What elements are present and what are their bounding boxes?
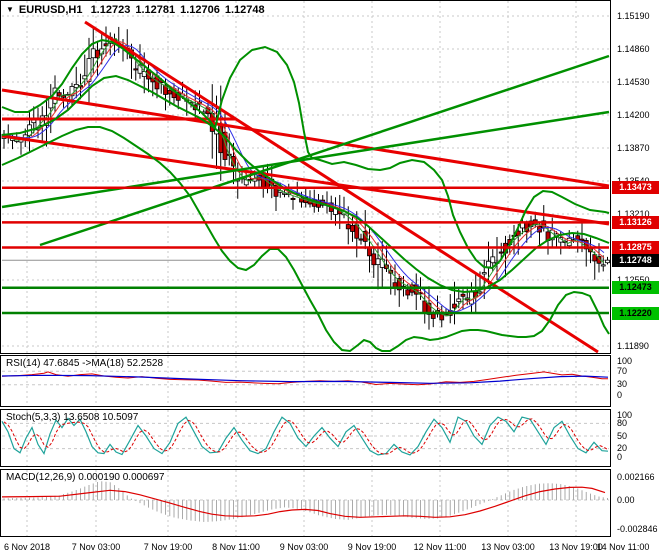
stochastic-panel[interactable]: Stoch(5,3,3) 13.6508 10.5097 — [0, 409, 611, 467]
price-tick-label: 1.11890 — [617, 340, 649, 351]
stoch-tick-label: 50 — [617, 430, 628, 441]
ohlc-close: 1.12748 — [224, 4, 265, 16]
time-axis-label: 7 Nov 03:00 — [71, 542, 121, 552]
time-axis-label: 6 Nov 2018 — [3, 542, 51, 552]
macd-tick-label: -0.002846 — [617, 524, 658, 535]
price-level-label: 1.12473 — [612, 281, 659, 295]
price-axis[interactable]: 1.151901.148601.145301.142001.138701.135… — [611, 0, 660, 560]
price-tick-label: 1.15190 — [617, 10, 650, 21]
price-tick-label: 1.14200 — [617, 109, 650, 120]
rsi-tick-label: 0 — [617, 389, 623, 400]
main-chart-panel[interactable]: ▼ EURUSD,H1 1.12723 1.12781 1.12706 1.12748 — [0, 0, 611, 354]
symbol-period-label: EURUSD,H1 — [18, 4, 83, 16]
stoch-tick-label: 0 — [617, 451, 623, 462]
price-tick-label: 1.14530 — [617, 76, 650, 87]
macd-panel[interactable]: MACD(12,26,9) 0.000190 0.000697 — [0, 469, 611, 537]
macd-label: MACD(12,26,9) 0.000190 0.000697 — [6, 472, 165, 483]
time-axis-label: 13 Nov 03:00 — [481, 542, 535, 552]
ohlc-high: 1.12781 — [135, 4, 176, 16]
price-level-label: 1.13126 — [612, 215, 659, 229]
ohlc-open: 1.12723 — [90, 4, 131, 16]
rsi-label: RSI(14) 47.6845 ->MA(18) 52.2528 — [6, 358, 164, 369]
chart-window: ▼ EURUSD,H1 1.12723 1.12781 1.12706 1.12748 … — [0, 0, 660, 560]
price-tick-label: 1.13870 — [617, 142, 650, 153]
time-axis[interactable]: 6 Nov 2018 7 Nov 03:00 7 Nov 19:00 8 Nov 11… — [0, 538, 660, 560]
price-level-label: 1.12220 — [612, 306, 659, 320]
price-level-label: 1.12875 — [612, 241, 659, 254]
rsi-tick-label: 70 — [617, 365, 628, 376]
rsi-panel[interactable]: RSI(14) 47.6845 ->MA(18) 52.2528 — [0, 355, 611, 407]
stoch-tick-label: 80 — [617, 417, 628, 428]
current-price-label: 1.12748 — [612, 253, 659, 267]
price-level-label: 1.13473 — [612, 181, 659, 195]
macd-tick-label: 0.00 — [617, 494, 635, 505]
chart-title: ▼ EURUSD,H1 1.12723 1.12781 1.12706 1.12748 — [6, 4, 270, 16]
price-tick-label: 1.14860 — [617, 43, 650, 54]
time-axis-label: 9 Nov 03:00 — [279, 542, 329, 552]
time-axis-label: 7 Nov 19:00 — [143, 542, 193, 552]
time-axis-label: 9 Nov 19:00 — [347, 542, 397, 552]
time-axis-label: 12 Nov 11:00 — [413, 542, 467, 552]
macd-tick-label: 0.002166 — [617, 471, 655, 482]
chart-menu-icon[interactable]: ▼ — [6, 5, 14, 14]
time-axis-label: 8 Nov 11:00 — [212, 542, 260, 552]
time-axis-label: 14 Nov 11:00 — [596, 542, 650, 552]
main-chart-svg[interactable] — [1, 1, 610, 353]
stochastic-label: Stoch(5,3,3) 13.6508 10.5097 — [6, 412, 139, 423]
ohlc-low: 1.12706 — [180, 4, 220, 16]
